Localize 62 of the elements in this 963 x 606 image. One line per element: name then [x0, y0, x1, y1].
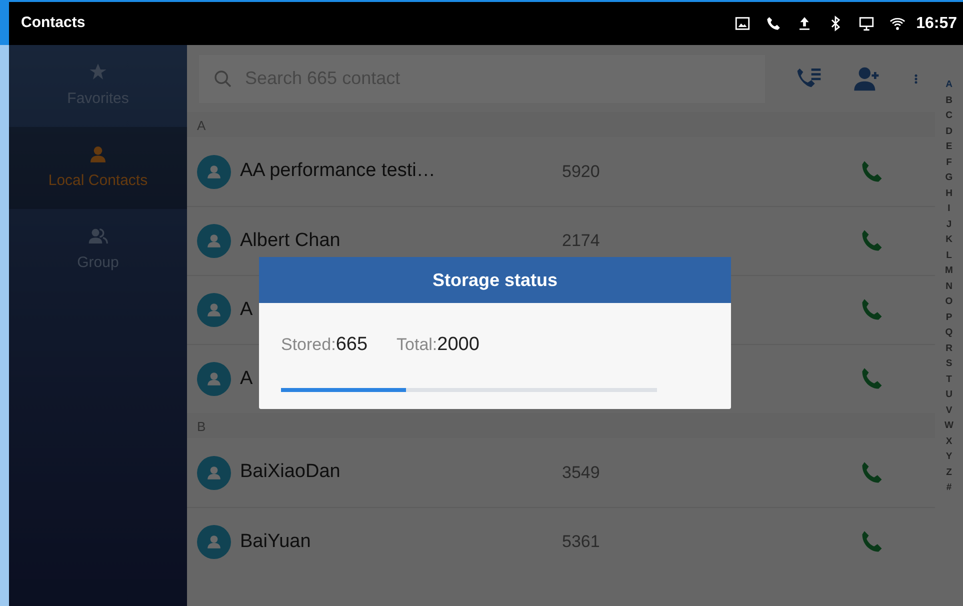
- avatar-icon: [197, 456, 231, 490]
- index-letter[interactable]: F: [946, 154, 952, 170]
- total-label: Total:: [396, 334, 438, 356]
- index-letter[interactable]: N: [946, 278, 952, 294]
- index-letter[interactable]: B: [946, 92, 952, 108]
- stored-label: Stored:: [281, 334, 336, 356]
- person-icon: [88, 144, 108, 164]
- index-letter[interactable]: E: [946, 139, 952, 154]
- index-letter[interactable]: G: [945, 170, 953, 186]
- wifi-icon: [889, 15, 906, 32]
- contact-number: 5361: [562, 531, 601, 554]
- add-contact-icon[interactable]: [853, 64, 881, 92]
- contact-name: AA performance testi…: [240, 159, 436, 184]
- index-letter[interactable]: Y: [946, 449, 952, 464]
- index-letter[interactable]: V: [946, 402, 952, 418]
- avatar-icon: [197, 224, 231, 258]
- index-letter[interactable]: D: [946, 124, 952, 139]
- index-letter[interactable]: O: [945, 294, 953, 310]
- stored-count: 665: [336, 333, 368, 357]
- index-letter[interactable]: R: [946, 340, 952, 356]
- contact-row[interactable]: BaiYuan 5361: [187, 507, 935, 576]
- screenshot-icon: [734, 15, 752, 32]
- contact-name: BaiYuan: [240, 530, 312, 554]
- contact-number: 3549: [562, 462, 601, 484]
- contact-name: A: [240, 298, 254, 322]
- monitor-icon: [858, 15, 876, 32]
- app-title: Contacts: [21, 13, 86, 34]
- index-letter[interactable]: M: [945, 263, 953, 278]
- contact-name: A: [240, 366, 254, 391]
- search-icon: [213, 68, 233, 88]
- index-letter[interactable]: Z: [946, 464, 952, 480]
- index-letter[interactable]: A: [946, 77, 952, 92]
- index-letter[interactable]: W: [944, 418, 954, 434]
- index-letter[interactable]: X: [946, 434, 952, 449]
- total-count: 2000: [437, 333, 480, 357]
- index-letter[interactable]: Q: [945, 325, 953, 340]
- dialog-title: Storage status: [259, 257, 731, 303]
- index-letter[interactable]: U: [946, 387, 952, 402]
- index-letter[interactable]: #: [946, 480, 952, 496]
- phone-icon: [765, 15, 782, 32]
- contact-row[interactable]: BaiXiaoDan 3549: [187, 438, 935, 507]
- index-letter[interactable]: P: [946, 310, 952, 325]
- avatar-icon: [197, 293, 231, 327]
- avatar-icon: [197, 362, 231, 396]
- contact-name: Albert Chan: [240, 228, 342, 253]
- index-letter[interactable]: S: [946, 356, 952, 372]
- index-letter[interactable]: H: [946, 186, 952, 201]
- contact-name: BaiXiaoDan: [240, 460, 342, 484]
- index-letter[interactable]: T: [946, 372, 952, 387]
- people-icon: [88, 226, 108, 246]
- avatar-icon: [197, 154, 231, 188]
- index-letter[interactable]: I: [948, 201, 950, 216]
- avatar-icon: [197, 525, 231, 559]
- clock-time: 16:57: [916, 14, 957, 34]
- index-letter[interactable]: J: [946, 216, 952, 232]
- contact-number: 2174: [562, 230, 601, 252]
- contact-row[interactable]: AA performance testi… 5920: [187, 137, 935, 206]
- index-letter[interactable]: C: [946, 108, 952, 124]
- star-icon: [88, 62, 108, 82]
- contact-number: 5920: [562, 160, 601, 183]
- index-letter[interactable]: K: [946, 232, 952, 248]
- index-letter[interactable]: L: [946, 248, 952, 263]
